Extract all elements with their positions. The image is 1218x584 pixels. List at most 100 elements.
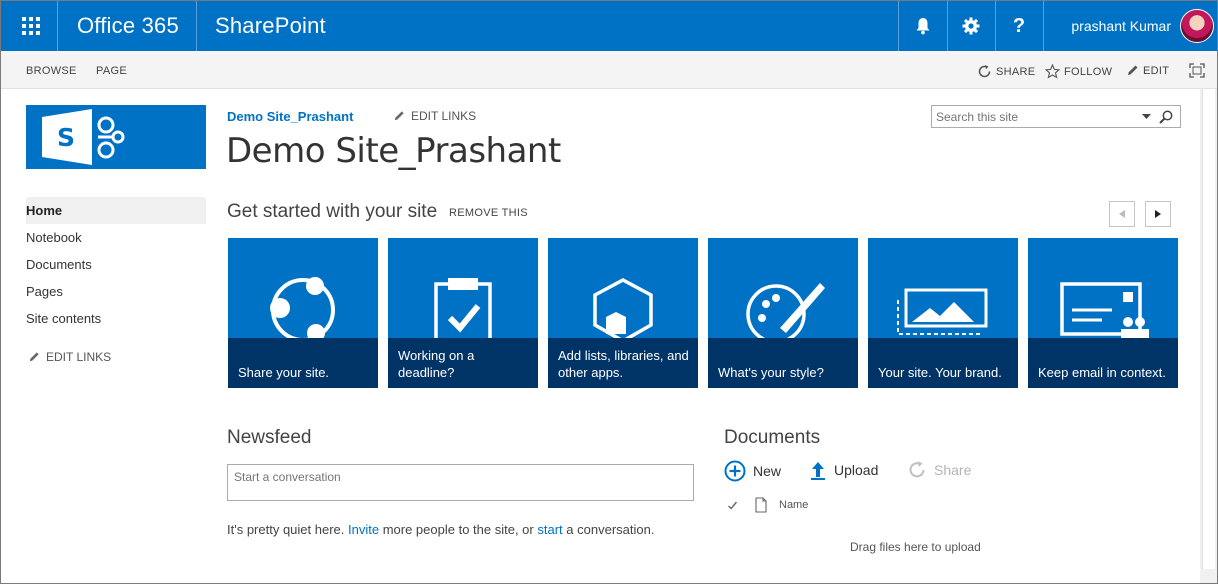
documents-title: Documents [724, 427, 821, 448]
suite-divider [196, 1, 197, 51]
nav-item-notebook[interactable]: Notebook [26, 224, 206, 251]
nav-item-pages[interactable]: Pages [26, 278, 206, 305]
nav-item-label: Notebook [26, 230, 82, 245]
avatar[interactable] [1180, 9, 1214, 43]
scrollbar-thumb[interactable] [1202, 89, 1215, 569]
edit-links-top-button[interactable]: EDIT LINKS [393, 109, 476, 123]
share-label: SHARE [996, 65, 1036, 78]
invite-link[interactable]: Invite [348, 522, 379, 537]
tile-caption: Add lists, libraries, and other apps. [548, 338, 698, 388]
tab-browse[interactable]: BROWSE [26, 65, 77, 77]
ribbon: BROWSE PAGE SHARE FOLLOW EDIT [1, 51, 1217, 89]
tile-caption: Your site. Your brand. [868, 338, 1018, 388]
tile-email-context[interactable]: Keep email in context. [1028, 238, 1178, 388]
svg-text:S: S [57, 123, 75, 152]
chevron-right-icon [1155, 210, 1161, 218]
follow-button[interactable]: FOLLOW [1045, 64, 1112, 79]
notifications-button[interactable] [899, 1, 947, 51]
follow-label: FOLLOW [1064, 65, 1113, 78]
nav-item-home[interactable]: Home [26, 197, 206, 224]
plus-circle-icon [724, 460, 746, 482]
suite-divider [57, 1, 58, 51]
share-button[interactable]: SHARE [977, 64, 1035, 79]
share-icon [909, 461, 925, 478]
nav-item-label: Home [26, 203, 63, 218]
apps-hexagon-icon [593, 278, 653, 338]
tile-whats-your-style[interactable]: What's your style? [708, 238, 858, 388]
document-icon [755, 497, 767, 513]
clipboard-check-icon [434, 278, 492, 338]
share-icon [978, 65, 991, 78]
documents-column-header: Name [727, 497, 808, 513]
tile-your-brand[interactable]: Your site. Your brand. [868, 238, 1018, 388]
upload-label: Upload [834, 462, 879, 478]
search-box [931, 105, 1181, 128]
share-document-button[interactable]: Share [907, 460, 971, 480]
conversation-box [227, 464, 694, 501]
start-link[interactable]: start [537, 522, 562, 537]
nav-item-site-contents[interactable]: Site contents [26, 305, 206, 332]
office365-brand-link[interactable]: Office 365 [77, 13, 179, 39]
edit-links-nav-button[interactable]: EDIT LINKS [28, 350, 111, 364]
remove-this-link[interactable]: REMOVE THIS [449, 207, 528, 219]
checkmark-icon[interactable] [727, 500, 738, 511]
app-launcher-button[interactable] [5, 1, 57, 51]
upload-arrow-icon [811, 462, 825, 480]
quiet-text-1: It's pretty quiet here. [227, 522, 345, 537]
sharepoint-logo-icon: S [42, 109, 125, 165]
help-button[interactable]: ? [995, 1, 1043, 51]
edit-links-label: EDIT LINKS [46, 350, 112, 364]
share-network-icon [270, 277, 335, 338]
share-doc-label: Share [934, 462, 972, 478]
waffle-icon [22, 17, 40, 35]
bell-icon [916, 18, 930, 35]
focus-on-content-button[interactable] [1189, 63, 1205, 78]
upload-button[interactable]: Upload [809, 460, 878, 480]
new-document-button[interactable]: New [724, 460, 781, 482]
search-scope-dropdown[interactable] [1140, 111, 1152, 123]
column-name-label[interactable]: Name [779, 499, 808, 511]
suite-divider [1043, 1, 1044, 51]
chevron-down-icon [1141, 114, 1151, 119]
fullscreen-icon [1189, 63, 1205, 78]
palette-brush-icon [746, 283, 825, 338]
edit-links-label: EDIT LINKS [411, 109, 477, 123]
pencil-icon [394, 111, 404, 121]
image-frame-icon [897, 288, 988, 335]
sharepoint-app-link[interactable]: SharePoint [215, 13, 326, 39]
settings-button[interactable] [947, 1, 995, 51]
new-label: New [753, 463, 782, 479]
star-icon [1045, 64, 1060, 79]
nav-item-documents[interactable]: Documents [26, 251, 206, 278]
newsfeed-title: Newsfeed [227, 427, 312, 448]
tile-caption: Working on a deadline? [388, 338, 538, 388]
edit-label: EDIT [1143, 64, 1170, 77]
page-title: Demo Site_Prashant [226, 131, 561, 171]
nav-item-label: Documents [26, 257, 92, 272]
suite-bar: Office 365 SharePoint ? prashant Kumar [1, 1, 1217, 51]
tile-working-deadline[interactable]: Working on a deadline? [388, 238, 538, 388]
tiles-next-button[interactable] [1145, 201, 1171, 227]
tiles-previous-button[interactable] [1109, 201, 1135, 227]
quiet-text-3: a conversation. [566, 522, 655, 537]
search-icon [1159, 110, 1173, 124]
site-logo[interactable]: S [26, 105, 206, 169]
chevron-left-icon [1119, 210, 1125, 218]
gear-icon [962, 17, 980, 35]
start-conversation-input[interactable] [234, 469, 674, 484]
search-button[interactable] [1158, 109, 1174, 125]
tile-share-site[interactable]: Share your site. [228, 238, 378, 388]
pencil-icon [1128, 65, 1138, 75]
tab-page[interactable]: PAGE [96, 65, 127, 77]
search-input[interactable] [936, 108, 1136, 125]
user-name[interactable]: prashant Kumar [1071, 18, 1171, 34]
email-contacts-icon [1060, 282, 1149, 338]
drag-drop-hint: Drag files here to upload [850, 540, 981, 554]
tile-caption: Keep email in context. [1028, 338, 1178, 388]
nav-item-label: Site contents [26, 311, 102, 326]
edit-button[interactable]: EDIT [1126, 64, 1169, 77]
newsfeed-empty-message: It's pretty quiet here. Invite more peop… [227, 522, 654, 537]
tile-add-apps[interactable]: Add lists, libraries, and other apps. [548, 238, 698, 388]
tile-caption: Share your site. [228, 338, 378, 388]
breadcrumb[interactable]: Demo Site_Prashant [227, 109, 353, 124]
